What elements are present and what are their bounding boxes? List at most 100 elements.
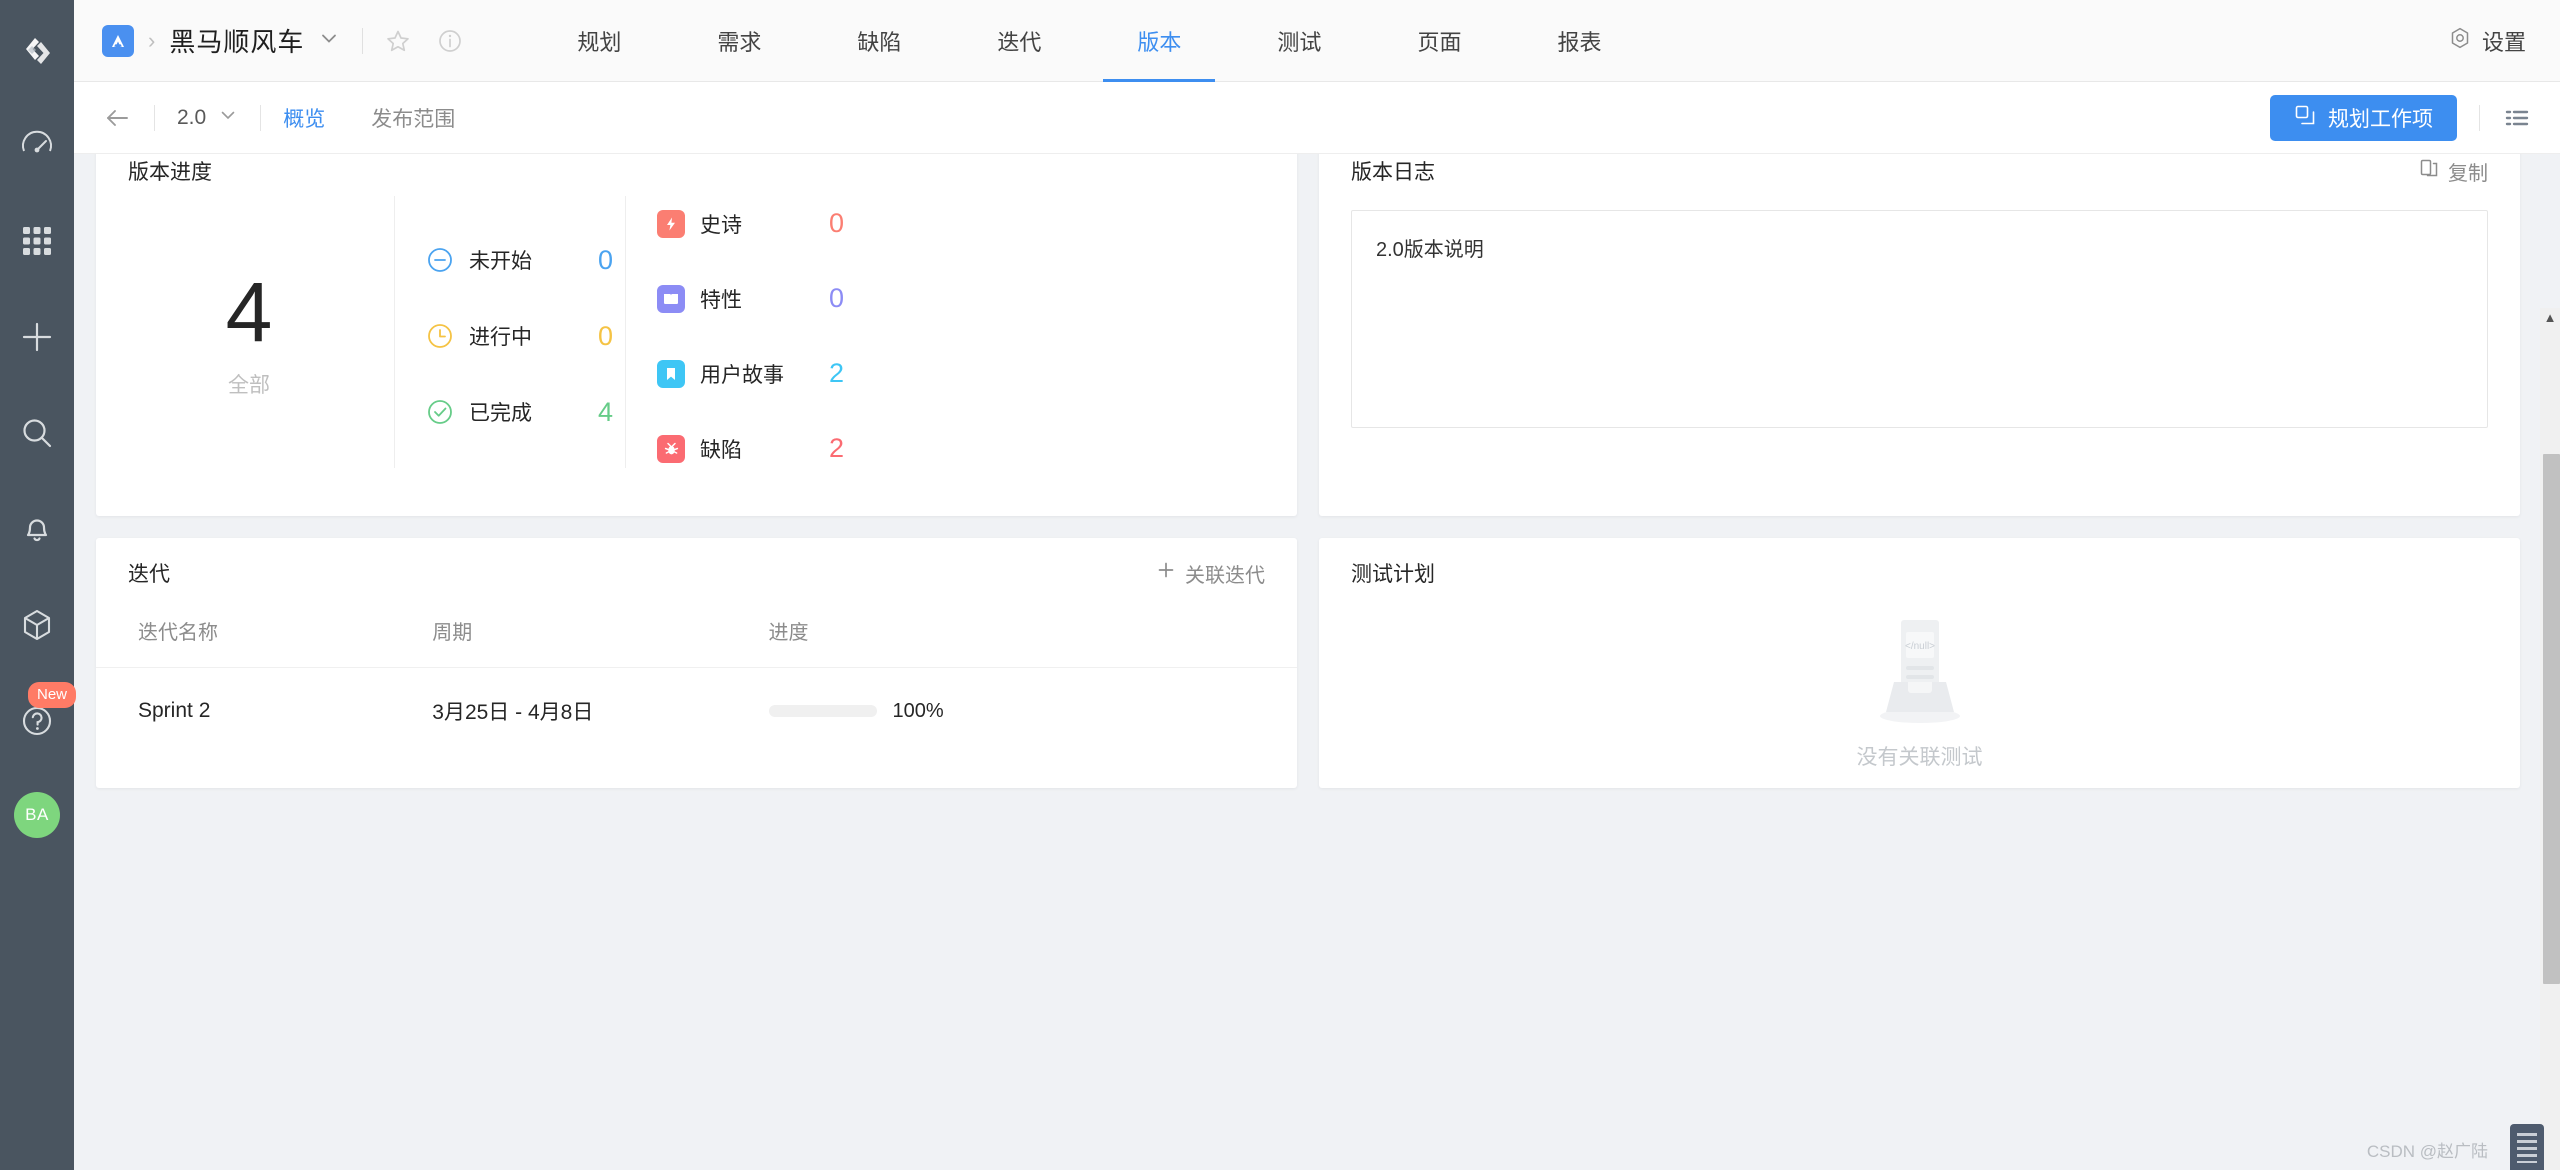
- test-plan-empty-state: </null> 没有关联测试: [1319, 610, 2520, 771]
- type-label: 史诗: [700, 209, 742, 239]
- corner-decoration-icon: [2510, 1124, 2544, 1170]
- progress-bar: [769, 705, 877, 717]
- subtab-release-scope[interactable]: 发布范围: [371, 103, 455, 133]
- status-row-completed[interactable]: 已完成 4: [425, 374, 625, 450]
- version-selector[interactable]: 2.0: [177, 105, 238, 131]
- avatar[interactable]: BA: [14, 792, 60, 838]
- status-label: 已完成: [469, 397, 532, 427]
- tab-reports[interactable]: 报表: [1547, 0, 1611, 82]
- story-bookmark-icon: [656, 359, 686, 389]
- cube-icon: [18, 606, 56, 649]
- sub-tabs: 概览 发布范围: [283, 103, 455, 133]
- help-new-badge: New: [28, 682, 76, 708]
- status-breakdown: 未开始 0 进行中 0: [395, 186, 625, 486]
- star-icon[interactable]: [385, 28, 411, 54]
- type-value: 0: [829, 283, 856, 314]
- status-row-in-progress[interactable]: 进行中 0: [425, 298, 625, 374]
- cards-grid: 版本进度 4 全部: [96, 154, 2520, 788]
- project-logo-icon[interactable]: [102, 25, 134, 57]
- page-title: 版本进度: [128, 156, 212, 186]
- version-progress-header: 版本进度: [96, 154, 1297, 186]
- subtab-overview[interactable]: 概览: [283, 103, 325, 133]
- sidebar-item-search[interactable]: [12, 410, 62, 460]
- table-header-row: 迭代名称 周期 进度: [96, 606, 1297, 668]
- status-value: 4: [598, 397, 625, 428]
- plan-work-item-button[interactable]: 规划工作项: [2270, 95, 2457, 141]
- bug-icon: [656, 434, 686, 464]
- iteration-card: 迭代 关联迭代 迭代名称 周期: [96, 538, 1297, 788]
- type-row-epic[interactable]: 史诗 0: [656, 186, 856, 261]
- col-progress: 进度: [769, 606, 1297, 668]
- epic-bolt-icon: [656, 209, 686, 239]
- settings-label: 设置: [2482, 25, 2526, 57]
- tab-pages[interactable]: 页面: [1407, 0, 1471, 82]
- sub-toolbar-right: 规划工作项: [2270, 95, 2560, 141]
- type-row-feature[interactable]: 特性 0: [656, 261, 856, 336]
- check-circle-icon: [425, 397, 455, 427]
- breadcrumb: › 黑马顺风车: [74, 22, 463, 59]
- content-scroll-area: 版本进度 4 全部: [74, 154, 2560, 1170]
- app-logo-icon[interactable]: [14, 28, 60, 74]
- clock-circle-icon: [425, 321, 455, 351]
- top-navbar: › 黑马顺风车 规划 需求: [74, 0, 2560, 82]
- total-value: 4: [226, 273, 273, 353]
- empty-state-text: 没有关联测试: [1857, 741, 1983, 771]
- main-area: › 黑马顺风车 规划 需求: [74, 0, 2560, 1170]
- version-value: 2.0: [177, 106, 206, 130]
- cell-period: 3月25日 - 4月8日: [432, 668, 768, 755]
- tab-defects[interactable]: 缺陷: [847, 0, 911, 82]
- copy-icon: [2294, 104, 2316, 132]
- type-value: 2: [829, 433, 856, 464]
- type-row-user-story[interactable]: 用户故事 2: [656, 336, 856, 411]
- chevron-down-icon[interactable]: [318, 27, 340, 54]
- copy-button[interactable]: 复制: [2419, 157, 2488, 186]
- dashboard-icon: [18, 126, 56, 169]
- status-value: 0: [598, 321, 625, 352]
- total-block: 4 全部: [104, 186, 394, 486]
- divider: [154, 105, 155, 131]
- gear-icon: [2448, 26, 2472, 56]
- scrollbar-thumb[interactable]: [2543, 454, 2560, 984]
- info-icon[interactable]: [437, 28, 463, 54]
- test-plan-card: 测试计划 </null>: [1319, 538, 2520, 788]
- settings-button[interactable]: 设置: [2448, 25, 2526, 57]
- table-row[interactable]: Sprint 2 3月25日 - 4月8日 100%: [96, 668, 1297, 755]
- test-plan-header: 测试计划: [1319, 538, 2520, 588]
- iteration-header: 迭代 关联迭代: [96, 538, 1297, 588]
- status-row-not-started[interactable]: 未开始 0: [425, 222, 625, 298]
- sidebar-item-help[interactable]: New: [12, 698, 62, 748]
- empty-box-icon: </null>: [1872, 610, 1968, 731]
- release-notes-textarea[interactable]: 2.0版本说明: [1351, 210, 2488, 428]
- list-view-icon[interactable]: [2502, 103, 2532, 133]
- project-name[interactable]: 黑马顺风车: [169, 22, 304, 59]
- divider: [362, 28, 363, 54]
- sidebar-item-apps[interactable]: [12, 218, 62, 268]
- cell-iteration-name: Sprint 2: [96, 668, 432, 755]
- type-label: 用户故事: [700, 359, 784, 389]
- copy-icon: [2419, 158, 2439, 184]
- type-row-defect[interactable]: 缺陷 2: [656, 411, 856, 486]
- tab-planning[interactable]: 规划: [567, 0, 631, 82]
- sidebar-item-artifacts[interactable]: [12, 602, 62, 652]
- copy-label: 复制: [2448, 157, 2488, 186]
- sidebar-item-dashboard[interactable]: [12, 122, 62, 172]
- tab-iterations[interactable]: 迭代: [987, 0, 1051, 82]
- back-button[interactable]: [102, 103, 132, 133]
- scroll-up-arrow-icon[interactable]: ▲: [2540, 308, 2560, 328]
- sidebar-item-notifications[interactable]: [12, 506, 62, 556]
- link-iteration-button[interactable]: 关联迭代: [1156, 559, 1265, 588]
- sidebar-item-create[interactable]: [12, 314, 62, 364]
- watermark: CSDN @赵广陆: [2367, 1137, 2488, 1162]
- type-label: 特性: [700, 284, 742, 314]
- status-label: 进行中: [469, 321, 532, 351]
- breadcrumb-separator: ›: [148, 28, 155, 54]
- tab-tests[interactable]: 测试: [1267, 0, 1331, 82]
- tab-versions[interactable]: 版本: [1127, 0, 1191, 82]
- plan-work-item-label: 规划工作项: [2328, 103, 2433, 133]
- test-plan-title: 测试计划: [1351, 558, 1435, 588]
- tab-requirements[interactable]: 需求: [707, 0, 771, 82]
- vertical-scrollbar[interactable]: ▲: [2540, 308, 2560, 1170]
- type-value: 0: [829, 208, 856, 239]
- minus-circle-icon: [425, 245, 455, 275]
- left-rail: New BA: [0, 0, 74, 1170]
